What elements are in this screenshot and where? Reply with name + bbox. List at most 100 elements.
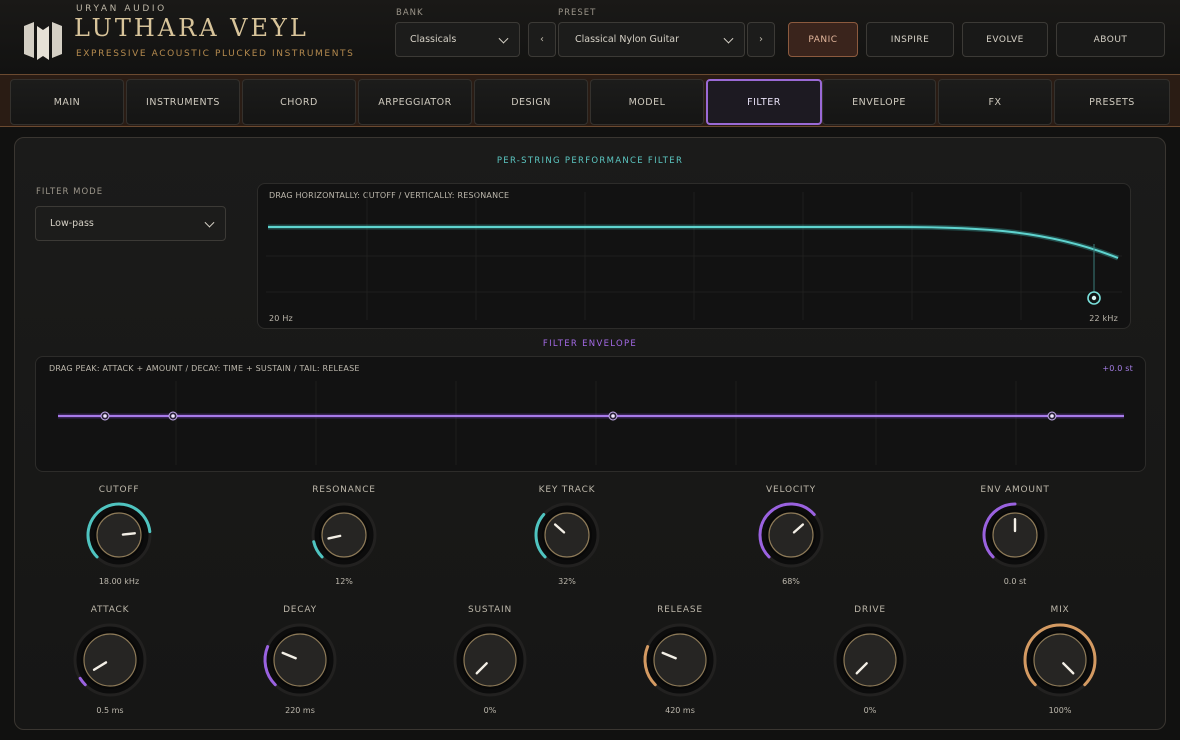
sustain-handle[interactable] bbox=[608, 411, 618, 421]
knob-label: ENV AMOUNT bbox=[980, 485, 1050, 495]
about-button[interactable]: ABOUT bbox=[1056, 22, 1165, 57]
preset-value: Classical Nylon Guitar bbox=[575, 34, 680, 45]
knob-body bbox=[321, 512, 367, 558]
panic-button[interactable]: PANIC bbox=[788, 22, 858, 57]
filter-section-title: PER-STRING PERFORMANCE FILTER bbox=[496, 156, 684, 166]
cutoff-handle[interactable] bbox=[1087, 291, 1101, 305]
freq-max-label: 22 kHz bbox=[1089, 314, 1118, 323]
preset-select[interactable]: Classical Nylon Guitar bbox=[558, 22, 745, 57]
knob-cutoff[interactable]: CUTOFF 18.00 kHz bbox=[59, 485, 179, 590]
filter-mode-label: FILTER MODE bbox=[36, 187, 104, 197]
knob-mix[interactable]: MIX 100% bbox=[1000, 605, 1120, 720]
inspire-button[interactable]: INSPIRE bbox=[866, 22, 954, 57]
release-dial[interactable] bbox=[642, 622, 718, 698]
filter-mode-value: Low-pass bbox=[50, 218, 94, 229]
knob-label: MIX bbox=[1050, 605, 1070, 615]
knob-body bbox=[768, 512, 814, 558]
knob-value: 220 ms bbox=[285, 706, 315, 715]
env-amount-dial[interactable] bbox=[981, 501, 1049, 569]
knob-label: RELEASE bbox=[657, 605, 703, 615]
knob-value: 0% bbox=[483, 706, 497, 715]
knob-label: VELOCITY bbox=[766, 485, 816, 495]
knob-decay[interactable]: DECAY 220 ms bbox=[240, 605, 360, 720]
filter-panel: PER-STRING PERFORMANCE FILTER FILTER MOD… bbox=[14, 137, 1166, 730]
knob-sustain[interactable]: SUSTAIN 0% bbox=[430, 605, 550, 720]
knob-value: 68% bbox=[782, 577, 800, 586]
knob-label: DRIVE bbox=[854, 605, 886, 615]
knob-key-track[interactable]: KEY TRACK 32% bbox=[507, 485, 627, 590]
knob-attack[interactable]: ATTACK 0.5 ms bbox=[50, 605, 170, 720]
knob-pointer bbox=[121, 532, 136, 536]
company-name: URYAN AUDIO bbox=[76, 4, 167, 14]
freq-min-label: 20 Hz bbox=[269, 314, 293, 323]
knob-value: 100% bbox=[1048, 706, 1072, 715]
chevron-right-icon: › bbox=[759, 34, 763, 45]
evolve-button[interactable]: EVOLVE bbox=[962, 22, 1048, 57]
tab-arpeggiator[interactable]: ARPEGGIATOR bbox=[358, 79, 472, 125]
knob-body bbox=[843, 633, 897, 687]
knob-release[interactable]: RELEASE 420 ms bbox=[620, 605, 740, 720]
envelope-section-title: FILTER ENVELOPE bbox=[542, 339, 638, 349]
knob-label: ATTACK bbox=[90, 605, 130, 615]
tab-fx[interactable]: FX bbox=[938, 79, 1052, 125]
release-tail-handle[interactable] bbox=[1047, 411, 1057, 421]
knob-label: DECAY bbox=[283, 605, 317, 615]
knob-env-amount[interactable]: ENV AMOUNT 0.0 st bbox=[955, 485, 1075, 590]
knob-value: 0.5 ms bbox=[96, 706, 124, 715]
knob-body bbox=[96, 512, 142, 558]
drive-dial[interactable] bbox=[832, 622, 908, 698]
tab-chord[interactable]: CHORD bbox=[242, 79, 356, 125]
knob-label: CUTOFF bbox=[98, 485, 140, 495]
cutoff-dial[interactable] bbox=[85, 501, 153, 569]
preset-label: PRESET bbox=[558, 8, 597, 18]
resonance-dial[interactable] bbox=[310, 501, 378, 569]
header-bar: URYAN AUDIO LUTHARA VEYL EXPRESSIVE ACOU… bbox=[0, 0, 1180, 74]
knob-value: 12% bbox=[335, 577, 353, 586]
filter-curve-canvas bbox=[266, 192, 1122, 320]
knob-value: 0% bbox=[863, 706, 877, 715]
filter-mode-select[interactable]: Low-pass bbox=[35, 206, 226, 241]
key-track-dial[interactable] bbox=[533, 501, 601, 569]
knob-label: KEY TRACK bbox=[538, 485, 596, 495]
app-title: LUTHARA VEYL bbox=[74, 14, 309, 42]
knob-body bbox=[544, 512, 590, 558]
knob-body bbox=[1033, 633, 1087, 687]
tab-filter[interactable]: FILTER bbox=[706, 79, 822, 125]
filter-envelope-editor[interactable]: DRAG PEAK: ATTACK + AMOUNT / DECAY: TIME… bbox=[35, 356, 1146, 472]
attack-peak-handle[interactable] bbox=[100, 411, 110, 421]
preset-next-button[interactable]: › bbox=[747, 22, 775, 57]
bank-value: Classicals bbox=[410, 34, 457, 45]
knob-label: RESONANCE bbox=[312, 485, 376, 495]
knob-body bbox=[653, 633, 707, 687]
knob-body bbox=[463, 633, 517, 687]
decay-handle[interactable] bbox=[168, 411, 178, 421]
knob-body bbox=[83, 633, 137, 687]
chevron-down-icon bbox=[204, 217, 215, 228]
tab-main[interactable]: MAIN bbox=[10, 79, 124, 125]
brand-logo-icon bbox=[24, 22, 62, 60]
decay-dial[interactable] bbox=[262, 622, 338, 698]
bank-label: BANK bbox=[396, 8, 424, 18]
envelope-canvas bbox=[58, 381, 1124, 465]
tab-presets[interactable]: PRESETS bbox=[1054, 79, 1170, 125]
knob-drive[interactable]: DRIVE 0% bbox=[810, 605, 930, 720]
knob-label: SUSTAIN bbox=[468, 605, 512, 615]
app-subtitle: EXPRESSIVE ACOUSTIC PLUCKED INSTRUMENTS bbox=[76, 49, 355, 59]
bank-select[interactable]: Classicals bbox=[395, 22, 520, 57]
tab-model[interactable]: MODEL bbox=[590, 79, 704, 125]
velocity-dial[interactable] bbox=[757, 501, 825, 569]
knob-value: 18.00 kHz bbox=[98, 577, 140, 586]
tab-bar: MAIN INSTRUMENTS CHORD ARPEGGIATOR DESIG… bbox=[0, 74, 1180, 127]
sustain-dial[interactable] bbox=[452, 622, 528, 698]
chevron-down-icon bbox=[723, 33, 734, 44]
preset-prev-button[interactable]: ‹ bbox=[528, 22, 556, 57]
knob-resonance[interactable]: RESONANCE 12% bbox=[284, 485, 404, 590]
filter-response-curve bbox=[268, 224, 1119, 261]
tab-envelope[interactable]: ENVELOPE bbox=[822, 79, 936, 125]
mix-dial[interactable] bbox=[1022, 622, 1098, 698]
tab-design[interactable]: DESIGN bbox=[474, 79, 588, 125]
attack-dial[interactable] bbox=[72, 622, 148, 698]
knob-velocity[interactable]: VELOCITY 68% bbox=[731, 485, 851, 590]
tab-instruments[interactable]: INSTRUMENTS bbox=[126, 79, 240, 125]
filter-response-graph[interactable]: DRAG HORIZONTALLY: CUTOFF / VERTICALLY: … bbox=[257, 183, 1131, 329]
